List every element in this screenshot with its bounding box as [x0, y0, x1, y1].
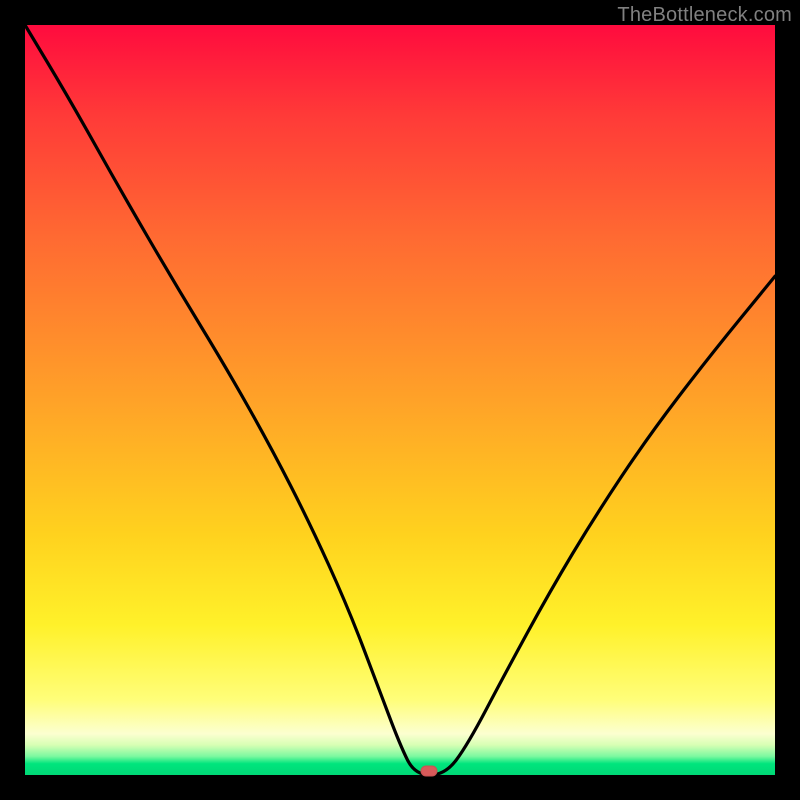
optimal-point-marker [420, 766, 437, 777]
bottleneck-curve [25, 25, 775, 775]
chart-frame: TheBottleneck.com [0, 0, 800, 800]
plot-area [25, 25, 775, 775]
watermark-text: TheBottleneck.com [617, 4, 792, 27]
